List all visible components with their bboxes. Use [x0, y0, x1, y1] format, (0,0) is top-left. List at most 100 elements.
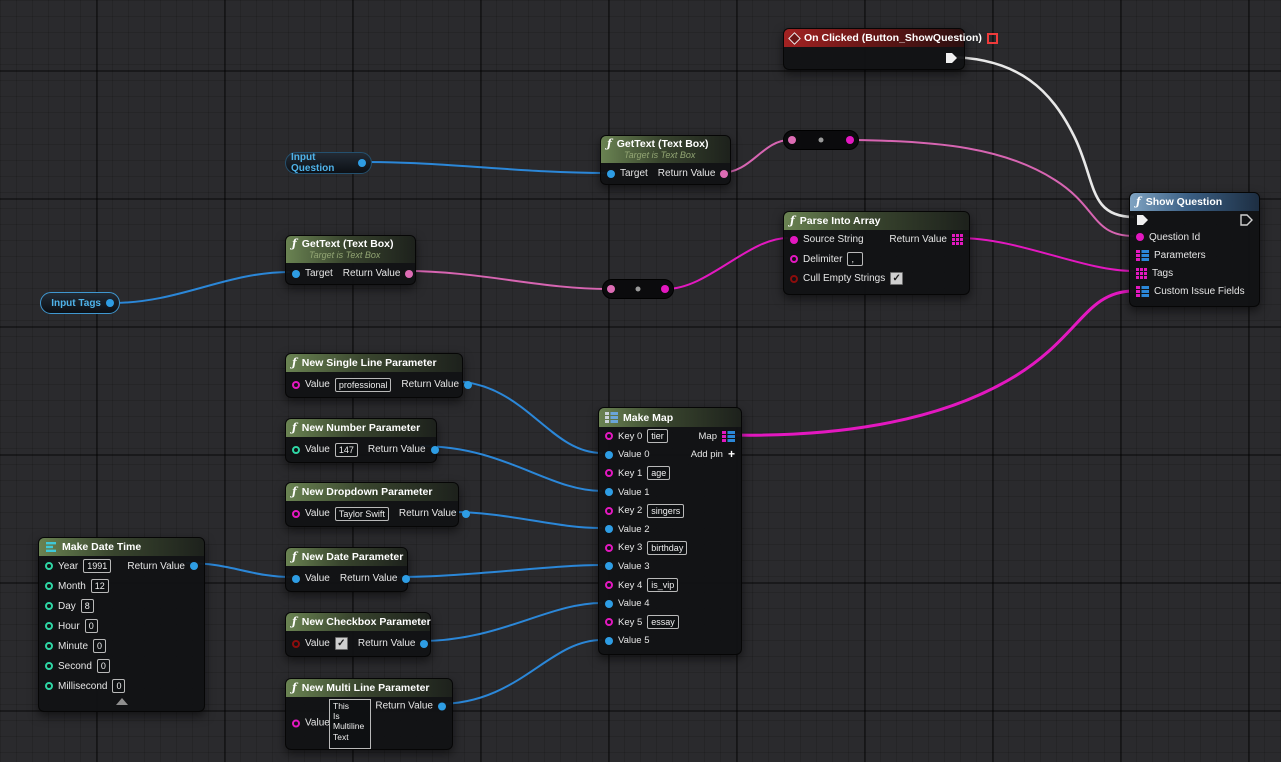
- key-0-input[interactable]: tier: [647, 429, 668, 443]
- node-gettext-bottom[interactable]: ƒ GetText (Text Box) Target is Text Box …: [285, 235, 416, 285]
- node-show-question[interactable]: ƒ Show Question Question Id Parameters T…: [1129, 192, 1260, 307]
- array-pin-icon[interactable]: [952, 234, 963, 245]
- year-pin[interactable]: [45, 562, 53, 570]
- node-new-number-parameter[interactable]: ƒ New Number Parameter Value 147 Return …: [285, 418, 437, 463]
- node-header[interactable]: ƒ New Multi Line Parameter: [286, 679, 452, 697]
- value-pin[interactable]: [292, 640, 300, 648]
- node-new-date-parameter[interactable]: ƒ New Date Parameter Value Return Value: [285, 547, 408, 592]
- reroute-out-pin[interactable]: [661, 285, 669, 293]
- value-2-pin[interactable]: [605, 525, 613, 533]
- node-make-date-time[interactable]: Make Date Time Year 1991 Return Value Mo…: [38, 537, 205, 712]
- node-new-multiline-parameter[interactable]: ƒ New Multi Line Parameter Value This Is…: [285, 678, 453, 750]
- node-header[interactable]: ƒ New Dropdown Parameter: [286, 483, 458, 501]
- key-4-input[interactable]: is_vip: [647, 578, 678, 592]
- source-string-pin[interactable]: [790, 236, 798, 244]
- key-2-pin[interactable]: [605, 507, 613, 515]
- value-pin[interactable]: [292, 381, 300, 389]
- node-on-clicked[interactable]: On Clicked (Button_ShowQuestion): [783, 28, 965, 70]
- node-new-single-line-parameter[interactable]: ƒ New Single Line Parameter Value profes…: [285, 353, 463, 398]
- node-gettext-top[interactable]: ƒ GetText (Text Box) Target is Text Box …: [600, 135, 731, 185]
- value-pin[interactable]: [292, 510, 300, 518]
- node-new-dropdown-parameter[interactable]: ƒ New Dropdown Parameter Value Taylor Sw…: [285, 482, 459, 527]
- second-input[interactable]: 0: [97, 659, 110, 673]
- value-3-pin[interactable]: [605, 562, 613, 570]
- collapse-strip[interactable]: [39, 698, 204, 711]
- map-pin-icon[interactable]: [1136, 250, 1149, 261]
- return-value-pin[interactable]: [464, 381, 472, 389]
- return-value-pin[interactable]: [720, 170, 728, 178]
- millisecond-input[interactable]: 0: [112, 679, 125, 693]
- value-input[interactable]: 147: [335, 443, 358, 457]
- exec-in-pin[interactable]: [1136, 214, 1149, 226]
- month-pin[interactable]: [45, 582, 53, 590]
- node-header[interactable]: ƒ GetText (Text Box) Target is Text Box: [286, 236, 415, 263]
- reroute-out-pin[interactable]: [846, 136, 854, 144]
- value-1-pin[interactable]: [605, 488, 613, 496]
- reroute-handle[interactable]: [636, 287, 641, 292]
- cull-empty-strings-checkbox[interactable]: [890, 272, 903, 285]
- delimiter-input[interactable]: ,: [847, 252, 863, 266]
- node-header[interactable]: ƒ New Number Parameter: [286, 419, 436, 437]
- value-input[interactable]: Taylor Swift: [335, 507, 389, 521]
- blueprint-graph[interactable]: On Clicked (Button_ShowQuestion) Input Q…: [0, 0, 1281, 762]
- key-5-input[interactable]: essay: [647, 615, 679, 629]
- exec-out-pin[interactable]: [945, 52, 958, 64]
- collapse-arrow-icon[interactable]: [116, 698, 128, 705]
- year-input[interactable]: 1991: [83, 559, 111, 573]
- month-input[interactable]: 12: [91, 579, 109, 593]
- return-value-pin[interactable]: [420, 640, 428, 648]
- minute-input[interactable]: 0: [93, 639, 106, 653]
- value-checkbox[interactable]: [335, 637, 348, 650]
- hour-pin[interactable]: [45, 622, 53, 630]
- map-output-pin-icon[interactable]: [722, 431, 735, 442]
- node-header[interactable]: ƒ GetText (Text Box) Target is Text Box: [601, 136, 730, 163]
- node-parse-into-array[interactable]: ƒ Parse Into Array Source String Return …: [783, 211, 970, 295]
- key-5-pin[interactable]: [605, 618, 613, 626]
- second-pin[interactable]: [45, 662, 53, 670]
- reroute-in-pin[interactable]: [607, 285, 615, 293]
- node-header[interactable]: ƒ New Date Parameter: [286, 548, 407, 566]
- return-value-pin[interactable]: [431, 446, 439, 454]
- target-pin[interactable]: [292, 270, 300, 278]
- key-2-input[interactable]: singers: [647, 504, 684, 518]
- return-value-pin[interactable]: [438, 702, 446, 710]
- value-pin[interactable]: [292, 719, 300, 727]
- reroute-in-pin[interactable]: [788, 136, 796, 144]
- node-header[interactable]: Make Map: [599, 408, 741, 427]
- key-3-input[interactable]: birthday: [647, 541, 687, 555]
- question-id-pin[interactable]: [1136, 233, 1144, 241]
- node-new-checkbox-parameter[interactable]: ƒ New Checkbox Parameter Value Return Va…: [285, 612, 431, 657]
- value-input[interactable]: professional: [335, 378, 392, 392]
- delegate-pin-icon[interactable]: [987, 33, 998, 44]
- reroute-node-top[interactable]: [783, 130, 859, 150]
- day-input[interactable]: 8: [81, 599, 94, 613]
- key-1-input[interactable]: age: [647, 466, 670, 480]
- value-multiline-input[interactable]: This Is Multiline Text: [329, 699, 371, 749]
- day-pin[interactable]: [45, 602, 53, 610]
- node-header[interactable]: Make Date Time: [39, 538, 204, 556]
- hour-input[interactable]: 0: [85, 619, 98, 633]
- output-pin[interactable]: [358, 159, 366, 167]
- node-header[interactable]: ƒ Show Question: [1130, 193, 1259, 211]
- delimiter-pin[interactable]: [790, 255, 798, 263]
- map-pin-icon[interactable]: [1136, 286, 1149, 297]
- value-4-pin[interactable]: [605, 600, 613, 608]
- node-header[interactable]: ƒ Parse Into Array: [784, 212, 969, 230]
- return-value-pin[interactable]: [190, 562, 198, 570]
- node-header[interactable]: ƒ New Checkbox Parameter: [286, 613, 430, 631]
- return-value-pin[interactable]: [405, 270, 413, 278]
- key-1-pin[interactable]: [605, 469, 613, 477]
- exec-out-pin[interactable]: [1240, 214, 1253, 226]
- value-0-pin[interactable]: [605, 451, 613, 459]
- millisecond-pin[interactable]: [45, 682, 53, 690]
- key-3-pin[interactable]: [605, 544, 613, 552]
- output-pin[interactable]: [106, 299, 114, 307]
- cull-empty-strings-pin[interactable]: [790, 275, 798, 283]
- node-input-tags[interactable]: Input Tags: [40, 292, 120, 314]
- target-pin[interactable]: [607, 170, 615, 178]
- minute-pin[interactable]: [45, 642, 53, 650]
- value-pin[interactable]: [292, 446, 300, 454]
- add-pin-icon[interactable]: [728, 449, 735, 461]
- node-header[interactable]: On Clicked (Button_ShowQuestion): [784, 29, 964, 47]
- reroute-handle[interactable]: [819, 138, 824, 143]
